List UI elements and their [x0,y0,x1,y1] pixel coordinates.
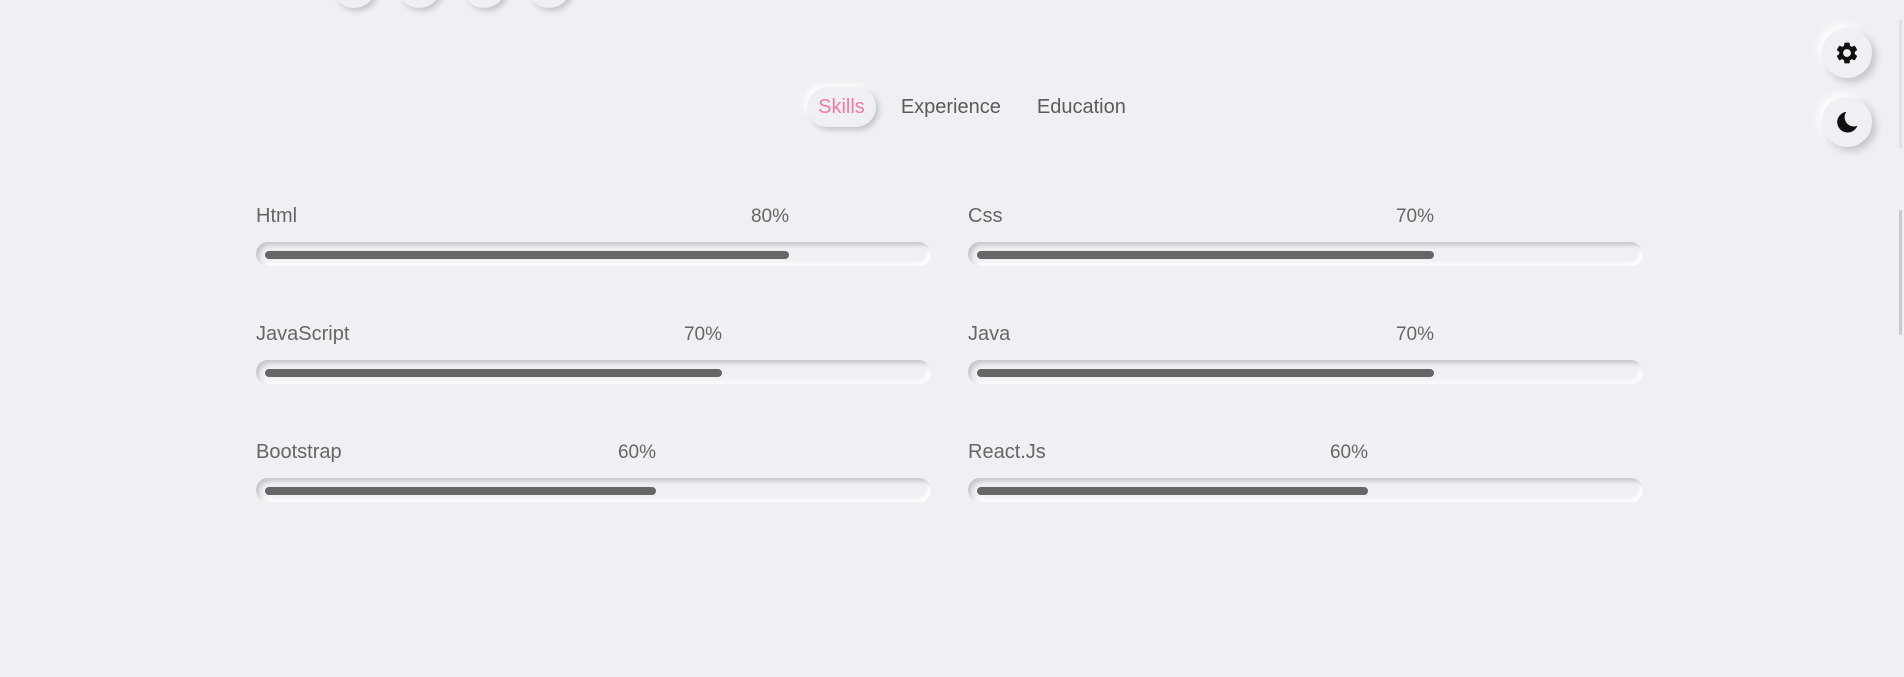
skill-percent: 60% [617,442,656,463]
social-link-button[interactable] [397,0,441,8]
skill-progress-fill [977,369,1434,377]
tab-education[interactable]: Education [1026,87,1137,127]
scrollbar-segment [1899,20,1902,148]
social-links [332,0,571,8]
qualification-tabs: Skills Experience Education [0,87,1904,127]
skill-progress-bar [968,478,1643,502]
skill-progress-bar [256,242,931,266]
skill-item: Css 70% [968,204,1643,322]
skill-item: Html 80% [256,204,931,322]
social-link-button[interactable] [527,0,571,8]
skill-percent: 70% [683,324,722,345]
tab-skills[interactable]: Skills [807,87,876,127]
skill-progress-fill [265,251,789,259]
gear-icon [1836,42,1858,64]
skill-progress-bar [968,360,1643,384]
skill-name: Html [256,205,298,227]
skill-name: React.Js [968,441,1046,463]
skill-item: Bootstrap 60% [256,440,931,558]
skills-grid: Html 80% Css 70% JavaScript 70% Java 70% [256,204,1643,558]
skill-progress-fill [977,487,1368,495]
portfolio-page: Skills Experience Education Html 80% Css… [0,0,1904,677]
tab-experience[interactable]: Experience [890,87,1012,127]
skill-percent: 80% [750,206,789,227]
skill-percent: 70% [1395,206,1434,227]
skill-progress-fill [977,251,1434,259]
skill-progress-bar [256,360,931,384]
skill-item: React.Js 60% [968,440,1643,558]
skill-item: JavaScript 70% [256,322,931,440]
social-link-button[interactable] [332,0,376,8]
skill-percent: 60% [1329,442,1368,463]
skill-name: Java [968,323,1011,345]
skill-name: Css [968,205,1003,227]
skill-progress-bar [256,478,931,502]
settings-button[interactable] [1822,28,1872,78]
social-link-button[interactable] [462,0,506,8]
scrollbar-thumb[interactable] [1899,210,1902,335]
skill-progress-fill [265,369,722,377]
skill-progress-bar [968,242,1643,266]
skill-name: Bootstrap [256,441,342,463]
skill-name: JavaScript [256,323,350,345]
skill-progress-fill [265,487,656,495]
skill-item: Java 70% [968,322,1643,440]
skill-percent: 70% [1395,324,1434,345]
